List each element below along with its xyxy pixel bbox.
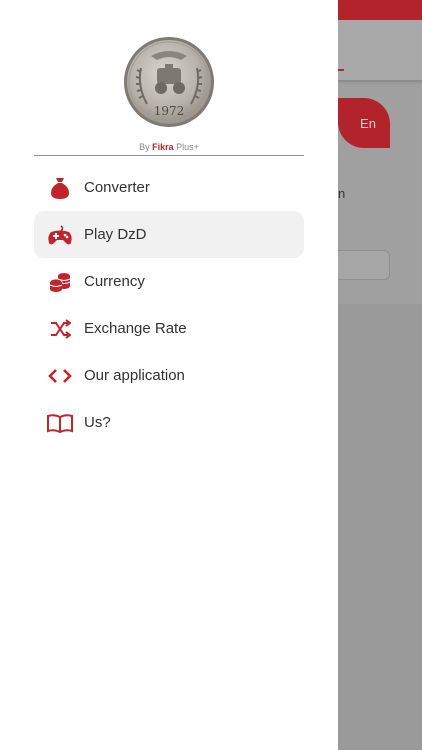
money-bag-icon bbox=[40, 173, 80, 203]
menu-label-play-dzd: Play DzD bbox=[84, 226, 147, 243]
background-text-fragment: n bbox=[338, 186, 346, 201]
drawer-menu: Converter Play DzD Currency Exchange Rat… bbox=[34, 164, 304, 446]
menu-label-exchange-rate: Exchange Rate bbox=[84, 320, 187, 337]
background-back-icon bbox=[338, 69, 344, 71]
menu-item-converter[interactable]: Converter bbox=[34, 164, 304, 211]
drawer-divider bbox=[34, 155, 304, 156]
menu-item-exchange-rate[interactable]: Exchange Rate bbox=[34, 305, 304, 352]
book-icon bbox=[40, 408, 80, 438]
menu-label-converter: Converter bbox=[84, 179, 150, 196]
gamepad-icon bbox=[40, 220, 80, 250]
coin-year: 1972 bbox=[154, 104, 185, 118]
coin-stack-icon bbox=[40, 267, 80, 297]
shuffle-icon bbox=[40, 314, 80, 344]
code-icon bbox=[40, 361, 80, 391]
byline-brand: Fikra bbox=[152, 142, 174, 152]
menu-item-our-application[interactable]: Our application bbox=[34, 352, 304, 399]
menu-item-play-dzd[interactable]: Play DzD bbox=[34, 211, 304, 258]
navigation-drawer: 1972 By Fikra Plus+ Converter Play DzD C… bbox=[0, 0, 338, 750]
menu-label-us: Us? bbox=[84, 414, 111, 431]
menu-label-currency: Currency bbox=[84, 273, 145, 290]
byline: By Fikra Plus+ bbox=[34, 142, 304, 152]
byline-prefix: By bbox=[139, 142, 150, 152]
language-button[interactable]: En bbox=[338, 98, 390, 148]
menu-item-currency[interactable]: Currency bbox=[34, 258, 304, 305]
coin-logo: 1972 bbox=[123, 36, 215, 128]
background-input[interactable] bbox=[330, 250, 390, 280]
menu-label-our-application: Our application bbox=[84, 367, 185, 384]
menu-item-us[interactable]: Us? bbox=[34, 399, 304, 446]
byline-suffix: Plus+ bbox=[176, 142, 199, 152]
